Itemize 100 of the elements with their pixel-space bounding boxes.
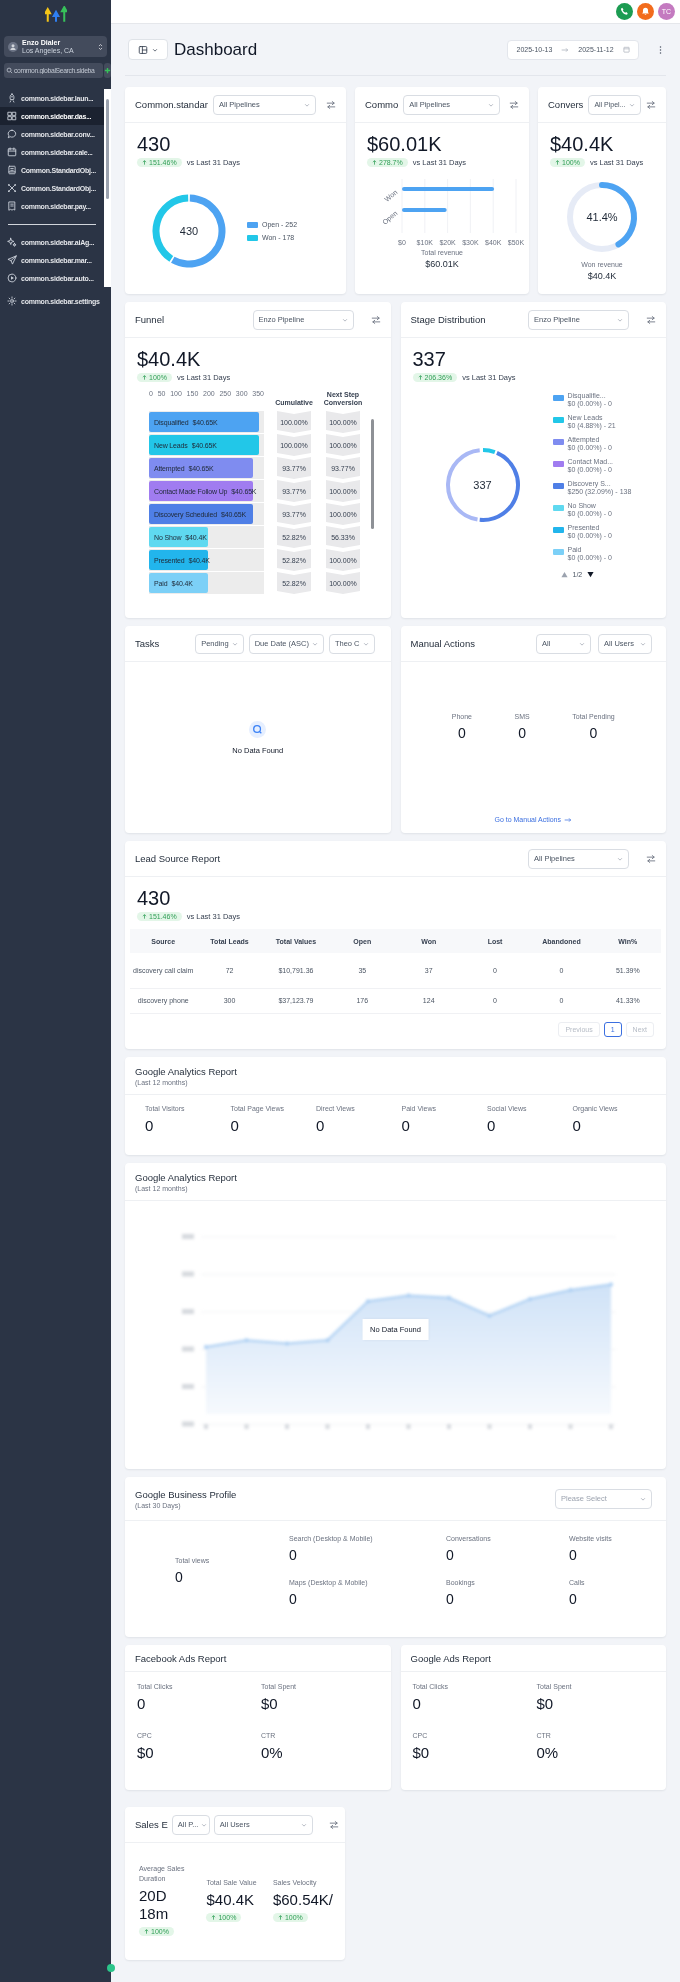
- logo-icon: [44, 6, 67, 23]
- arrow-right-icon: [561, 46, 570, 53]
- stat-value: 20D 18m: [139, 1887, 170, 1924]
- nodes-icon: [7, 183, 17, 193]
- stat-value: 0: [316, 1117, 326, 1134]
- metric-value: 430: [137, 886, 172, 910]
- blurred-tick-label: [181, 1309, 194, 1314]
- card-title: Lead Source Report: [135, 853, 221, 864]
- chevron-down-icon: [617, 316, 623, 323]
- stat-value: 0: [446, 1547, 455, 1563]
- metric-value: $60.01K: [367, 132, 443, 156]
- chat-widget-icon[interactable]: [107, 1964, 115, 1972]
- chevron-down-icon: [341, 316, 348, 323]
- chevron-down-icon: [201, 1821, 208, 1828]
- stat-value: $60.54K/: [272, 1891, 333, 1910]
- legend-swatch: [247, 221, 258, 228]
- stat-value: 0: [230, 1117, 240, 1134]
- receipt-icon: [7, 201, 17, 211]
- blurred-tick-label: [446, 1424, 451, 1429]
- page-title: Dashboard: [174, 39, 258, 60]
- chevron-down-icon: [300, 1821, 307, 1828]
- metric-value: 337: [412, 347, 447, 371]
- sparkle-icon: [7, 237, 17, 247]
- swap-arrows-icon[interactable]: [326, 99, 336, 110]
- up-down-chevron-icon: [98, 42, 103, 51]
- stat-value: 0: [289, 1547, 298, 1563]
- phone-button[interactable]: [616, 3, 633, 20]
- caption-value: $60.01K: [425, 259, 459, 269]
- swap-arrows-icon[interactable]: [328, 1819, 339, 1830]
- blurred-tick-label: [181, 1234, 194, 1239]
- swap-arrows-icon[interactable]: [646, 853, 656, 864]
- calendar-icon: [7, 147, 17, 157]
- metric-value: $40.4K: [550, 132, 615, 156]
- scrollbar[interactable]: [104, 89, 111, 287]
- blurred-tick-label: [181, 1421, 194, 1427]
- more-options-icon[interactable]: [659, 44, 662, 55]
- stat-value: $0: [536, 1695, 555, 1712]
- search-icon: [249, 721, 267, 738]
- card-title: Convers: [548, 99, 584, 110]
- card-title: Google Business Profile: [135, 1488, 238, 1500]
- chevron-down-icon: [488, 101, 495, 108]
- card-title: Common.standar: [135, 99, 208, 110]
- card-title: Funnel: [135, 314, 165, 325]
- card-title: Manual Actions: [410, 638, 475, 649]
- chevron-down-icon: [303, 101, 310, 108]
- chevron-down-icon: [152, 46, 158, 53]
- blurred-tick-label: [365, 1424, 370, 1429]
- notifications-button[interactable]: [637, 3, 654, 20]
- swap-arrows-icon[interactable]: [509, 99, 519, 110]
- up-arrow-icon: [142, 375, 147, 380]
- stat-value: 0: [401, 1117, 411, 1134]
- up-arrow-icon: [142, 914, 147, 919]
- blurred-tick-label: [203, 1424, 208, 1429]
- stat-value: 0: [518, 725, 527, 741]
- stat-value: 0: [569, 1591, 578, 1607]
- chevron-down-icon: [311, 640, 318, 647]
- chevron-down-icon: [617, 855, 623, 862]
- stat-value: 0: [569, 1547, 578, 1563]
- stat-value: 0%: [536, 1744, 560, 1761]
- up-arrow-icon: [417, 375, 423, 380]
- up-arrow-icon: [211, 1915, 217, 1921]
- caption-value: $40.4K: [587, 271, 617, 281]
- stat-value: 0: [572, 1117, 582, 1134]
- up-arrow-icon: [142, 160, 147, 165]
- add-button[interactable]: [104, 63, 111, 78]
- chevron-down-icon: [629, 101, 636, 108]
- dashboard-icon: [7, 111, 17, 121]
- stat-value: $0: [412, 1744, 431, 1761]
- up-arrow-icon: [144, 1929, 149, 1935]
- legend-swatch: [247, 234, 258, 241]
- calendar-icon: [622, 46, 630, 53]
- blurred-tick-label: [608, 1424, 613, 1429]
- stat-value: 0: [446, 1591, 455, 1607]
- stat-value: 0: [589, 725, 598, 741]
- chat-bubble-icon: [7, 129, 17, 139]
- layout-toggle-button[interactable]: [128, 39, 168, 60]
- user-icon: [8, 41, 18, 52]
- settings-icon: [7, 296, 17, 306]
- chevron-down-icon: [579, 640, 585, 647]
- stat-value: 0: [458, 725, 466, 741]
- up-arrow-icon: [277, 1915, 283, 1921]
- rocket-icon: [7, 93, 17, 103]
- card-title: Google Ads Report: [410, 1652, 491, 1664]
- swap-arrows-icon[interactable]: [646, 99, 657, 110]
- swap-arrows-icon[interactable]: [646, 314, 656, 325]
- swap-arrows-icon[interactable]: [370, 314, 381, 325]
- triangle-down-icon[interactable]: [587, 571, 595, 578]
- chevron-down-icon: [231, 640, 238, 647]
- book-icon: [7, 165, 17, 175]
- stat-value: $0: [261, 1695, 279, 1712]
- stat-value: 0: [487, 1117, 497, 1134]
- search-icon: [6, 67, 13, 74]
- blurred-tick-label: [181, 1384, 194, 1389]
- blurred-tick-label: [527, 1424, 532, 1429]
- chevron-down-icon: [640, 640, 646, 647]
- stat-value: 0: [412, 1695, 422, 1712]
- card-title: Google Analytics Report: [135, 1065, 238, 1077]
- percentage-label: 41.4%: [586, 211, 618, 223]
- card-title: Sales E: [135, 1819, 168, 1830]
- layout-icon: [138, 44, 148, 55]
